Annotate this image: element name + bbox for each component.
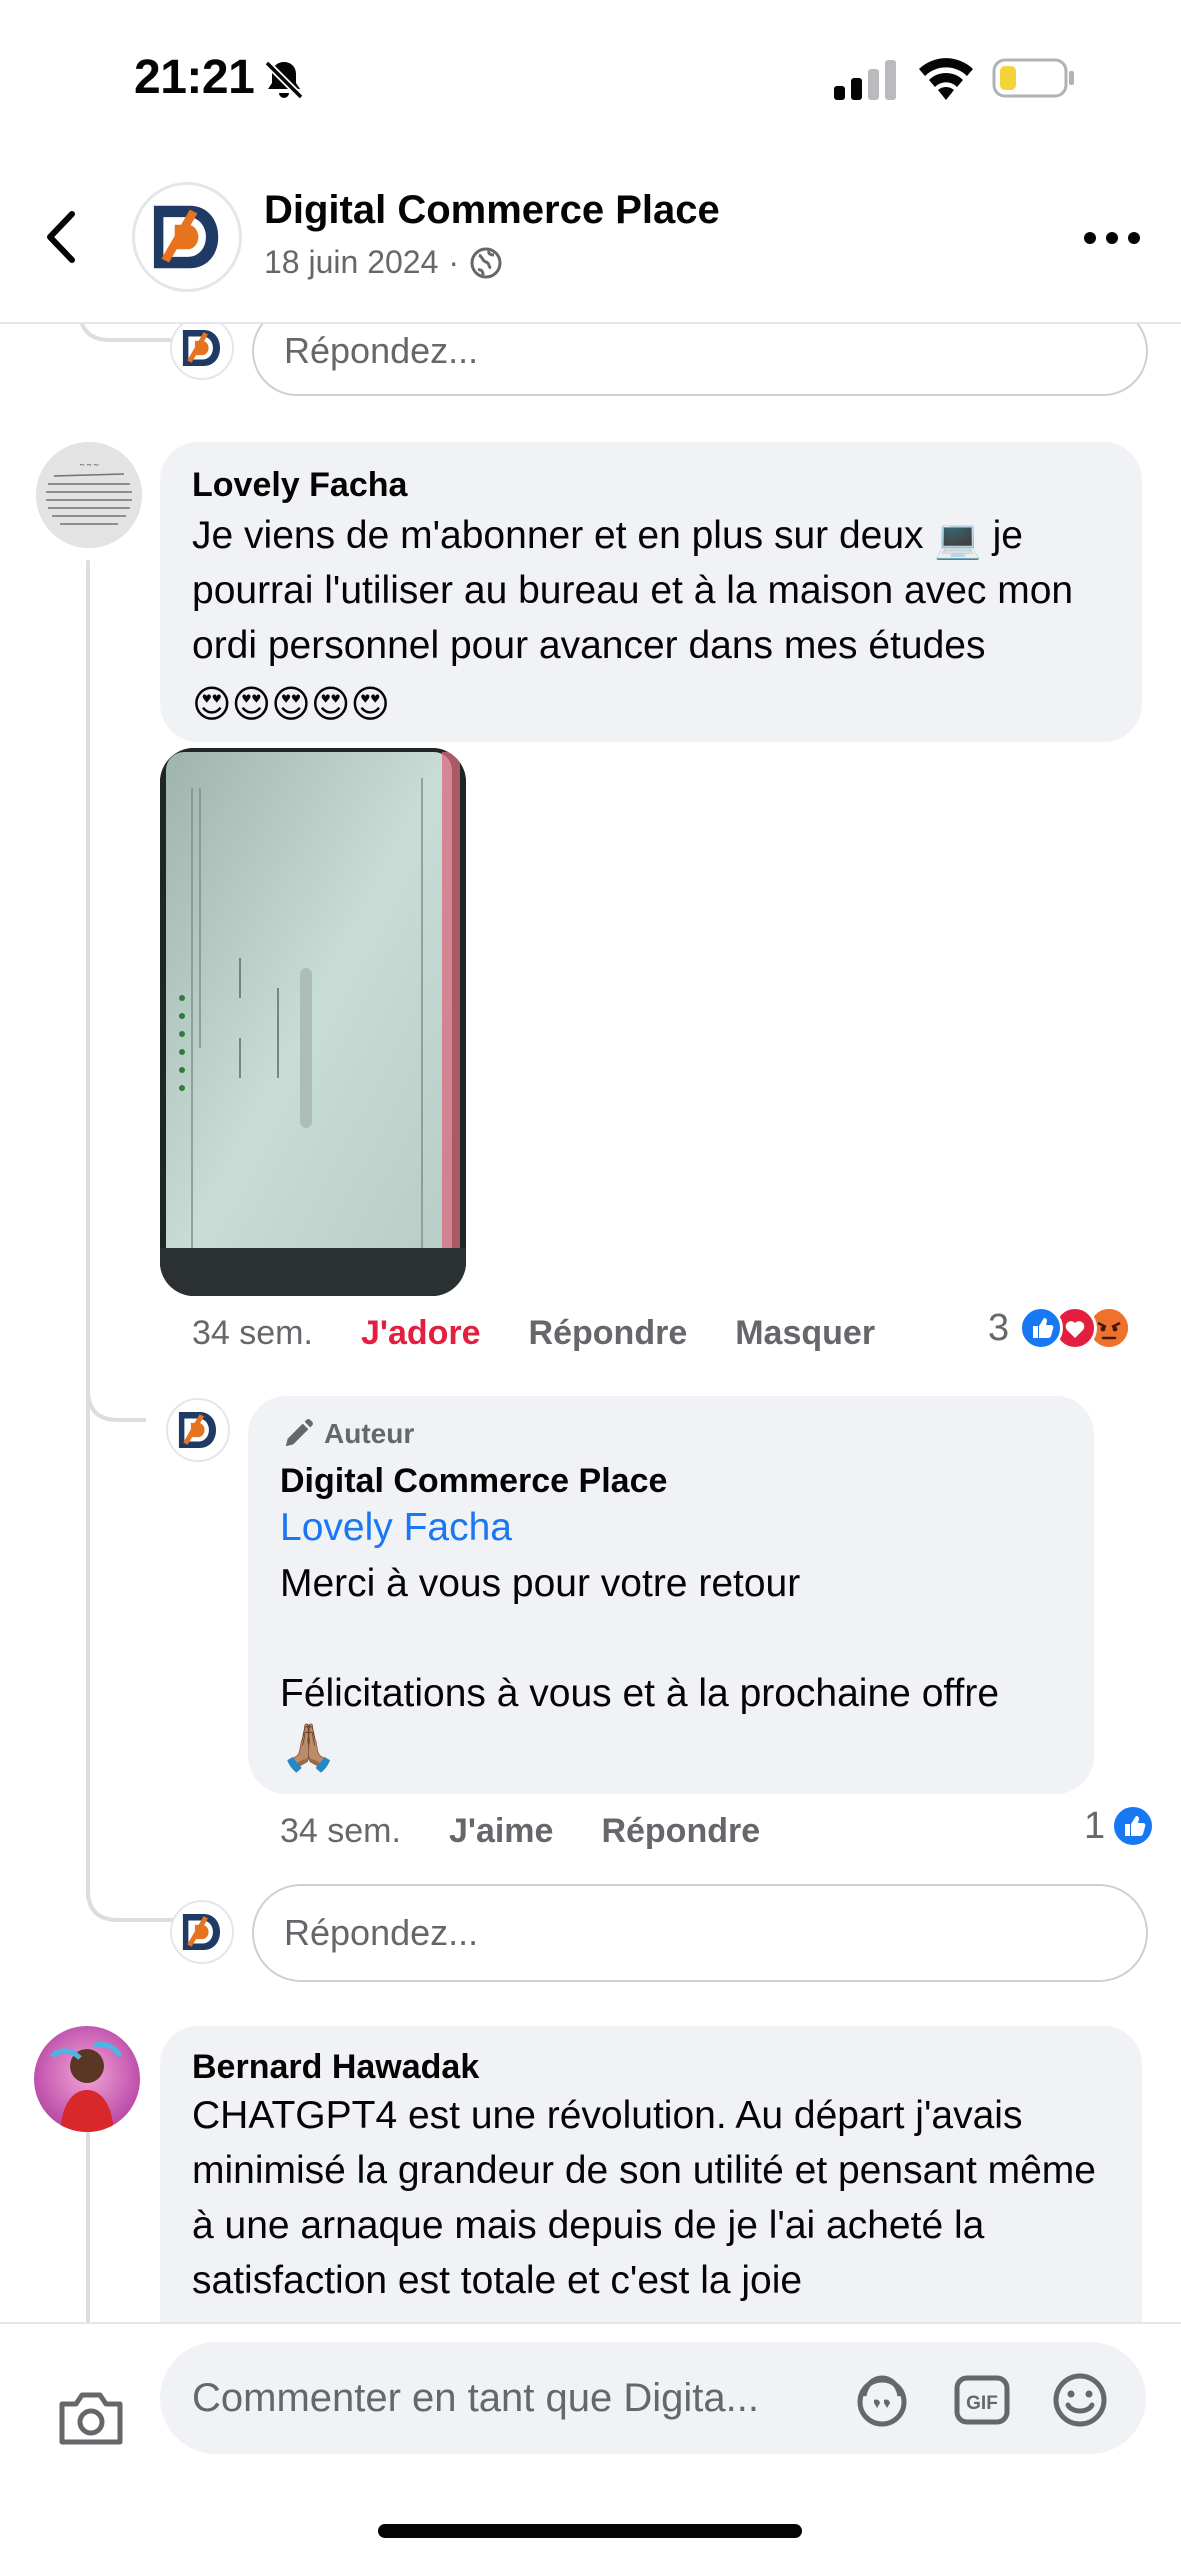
page-title[interactable]: Digital Commerce Place bbox=[264, 188, 720, 233]
reply-line-2: Félicitations à vous et à la prochaine o… bbox=[280, 1672, 1000, 1715]
praying-hands-emoji: 🙏🏽 bbox=[280, 1721, 338, 1773]
status-time: 21:21 bbox=[134, 51, 255, 104]
digital-commerce-logo-icon bbox=[182, 1914, 220, 1950]
reaction-count: 1 bbox=[1084, 1804, 1106, 1847]
hide-button[interactable]: Masquer bbox=[735, 1314, 875, 1353]
gif-icon[interactable]: GIF bbox=[952, 2370, 1012, 2430]
comment-time[interactable]: 34 sem. bbox=[192, 1314, 313, 1353]
author-badge-label: Auteur bbox=[324, 1418, 415, 1449]
screenshot-photo-image bbox=[160, 748, 466, 1296]
reply-button[interactable]: Répondre bbox=[601, 1812, 760, 1851]
like-reaction-icon bbox=[1111, 1804, 1156, 1848]
reaction-count: 3 bbox=[988, 1306, 1010, 1349]
svg-text:~ ~ ~: ~ ~ ~ bbox=[79, 460, 98, 470]
thread-line bbox=[86, 2110, 90, 2330]
avatar-sticker-icon[interactable] bbox=[852, 2370, 912, 2430]
battery-icon bbox=[992, 58, 1074, 98]
comment-text-part: Je viens de m'abonner et en plus sur deu… bbox=[192, 514, 924, 557]
reply-line-1: Merci à vous pour votre retour bbox=[280, 1562, 801, 1605]
comment-actions: 34 sem. J'adore Répondre Masquer bbox=[192, 1314, 875, 1353]
comment-input[interactable]: Commenter en tant que Digita... GIF bbox=[160, 2342, 1146, 2454]
more-icon[interactable] bbox=[1080, 220, 1144, 256]
pencil-icon bbox=[285, 1419, 313, 1447]
reply-actions: 34 sem. J'aime Répondre bbox=[280, 1812, 760, 1851]
comment-author[interactable]: Bernard Hawadak bbox=[192, 2048, 479, 2087]
wifi-icon bbox=[919, 58, 973, 100]
post-date: 18 juin 2024 bbox=[264, 244, 439, 280]
comment-photo[interactable] bbox=[160, 748, 466, 1296]
comment-input-placeholder: Commenter en tant que Digita... bbox=[192, 2376, 759, 2420]
digital-commerce-logo-icon bbox=[178, 1412, 216, 1448]
author-reply-avatar[interactable] bbox=[166, 1398, 230, 1462]
laptop-emoji: 💻 bbox=[934, 519, 982, 561]
reply-avatar bbox=[170, 316, 234, 380]
comment-bubble[interactable]: Lovely Facha Je viens de m'abonner et en… bbox=[160, 442, 1142, 742]
signal-icon bbox=[834, 60, 896, 100]
camera-icon[interactable] bbox=[56, 2388, 126, 2448]
comment-text: Je viens de m'abonner et en plus sur deu… bbox=[192, 508, 1122, 728]
digital-commerce-logo-icon bbox=[182, 330, 220, 366]
reply-avatar bbox=[170, 1900, 234, 1964]
like-reaction-icon bbox=[1019, 1306, 1064, 1350]
digital-commerce-logo-icon bbox=[153, 205, 219, 269]
thread-connector bbox=[86, 1360, 146, 1422]
comment-author[interactable]: Digital Commerce Place bbox=[280, 1462, 667, 1501]
post-meta: 18 juin 2024 · bbox=[264, 244, 503, 281]
page-avatar[interactable] bbox=[132, 182, 242, 292]
comment-text: CHATGPT4 est une révolution. Au départ j… bbox=[192, 2094, 1096, 2302]
bell-off-icon bbox=[264, 60, 304, 100]
love-reaction-button[interactable]: J'adore bbox=[361, 1314, 481, 1353]
meta-separator: · bbox=[448, 244, 460, 280]
smiley-icon[interactable] bbox=[1050, 2370, 1110, 2430]
reply-placeholder: Répondez... bbox=[284, 1912, 479, 1953]
status-bar: 21:21 bbox=[0, 0, 1181, 160]
post-header: Digital Commerce Place 18 juin 2024 · bbox=[0, 160, 1181, 324]
reply-input[interactable]: Répondez... bbox=[252, 1884, 1148, 1982]
mention-link[interactable]: Lovely Facha bbox=[280, 1506, 512, 1550]
home-indicator[interactable] bbox=[378, 2524, 802, 2538]
reaction-summary[interactable]: 3 bbox=[988, 1306, 1132, 1350]
like-button[interactable]: J'aime bbox=[449, 1812, 554, 1851]
svg-text:GIF: GIF bbox=[966, 2393, 998, 2414]
heart-eyes-emojis: 😍😍😍😍😍 bbox=[192, 684, 391, 726]
avatar-image bbox=[34, 2026, 140, 2132]
commenter-avatar[interactable]: ~ ~ ~ bbox=[36, 442, 142, 548]
author-badge: Auteur bbox=[282, 1418, 414, 1450]
reply-button[interactable]: Répondre bbox=[529, 1314, 688, 1353]
comment-author[interactable]: Lovely Facha bbox=[192, 466, 407, 505]
author-reply-bubble[interactable]: Auteur Digital Commerce Place Lovely Fac… bbox=[248, 1396, 1094, 1794]
reply-time[interactable]: 34 sem. bbox=[280, 1812, 401, 1851]
commenter-avatar[interactable] bbox=[34, 2026, 140, 2132]
globe-icon bbox=[470, 247, 502, 278]
reaction-summary[interactable]: 1 bbox=[1084, 1804, 1156, 1848]
reply-placeholder: Répondez... bbox=[284, 330, 479, 371]
avatar-image: ~ ~ ~ bbox=[36, 442, 142, 548]
thread-line bbox=[86, 560, 90, 1900]
back-chevron-icon[interactable] bbox=[38, 202, 88, 272]
